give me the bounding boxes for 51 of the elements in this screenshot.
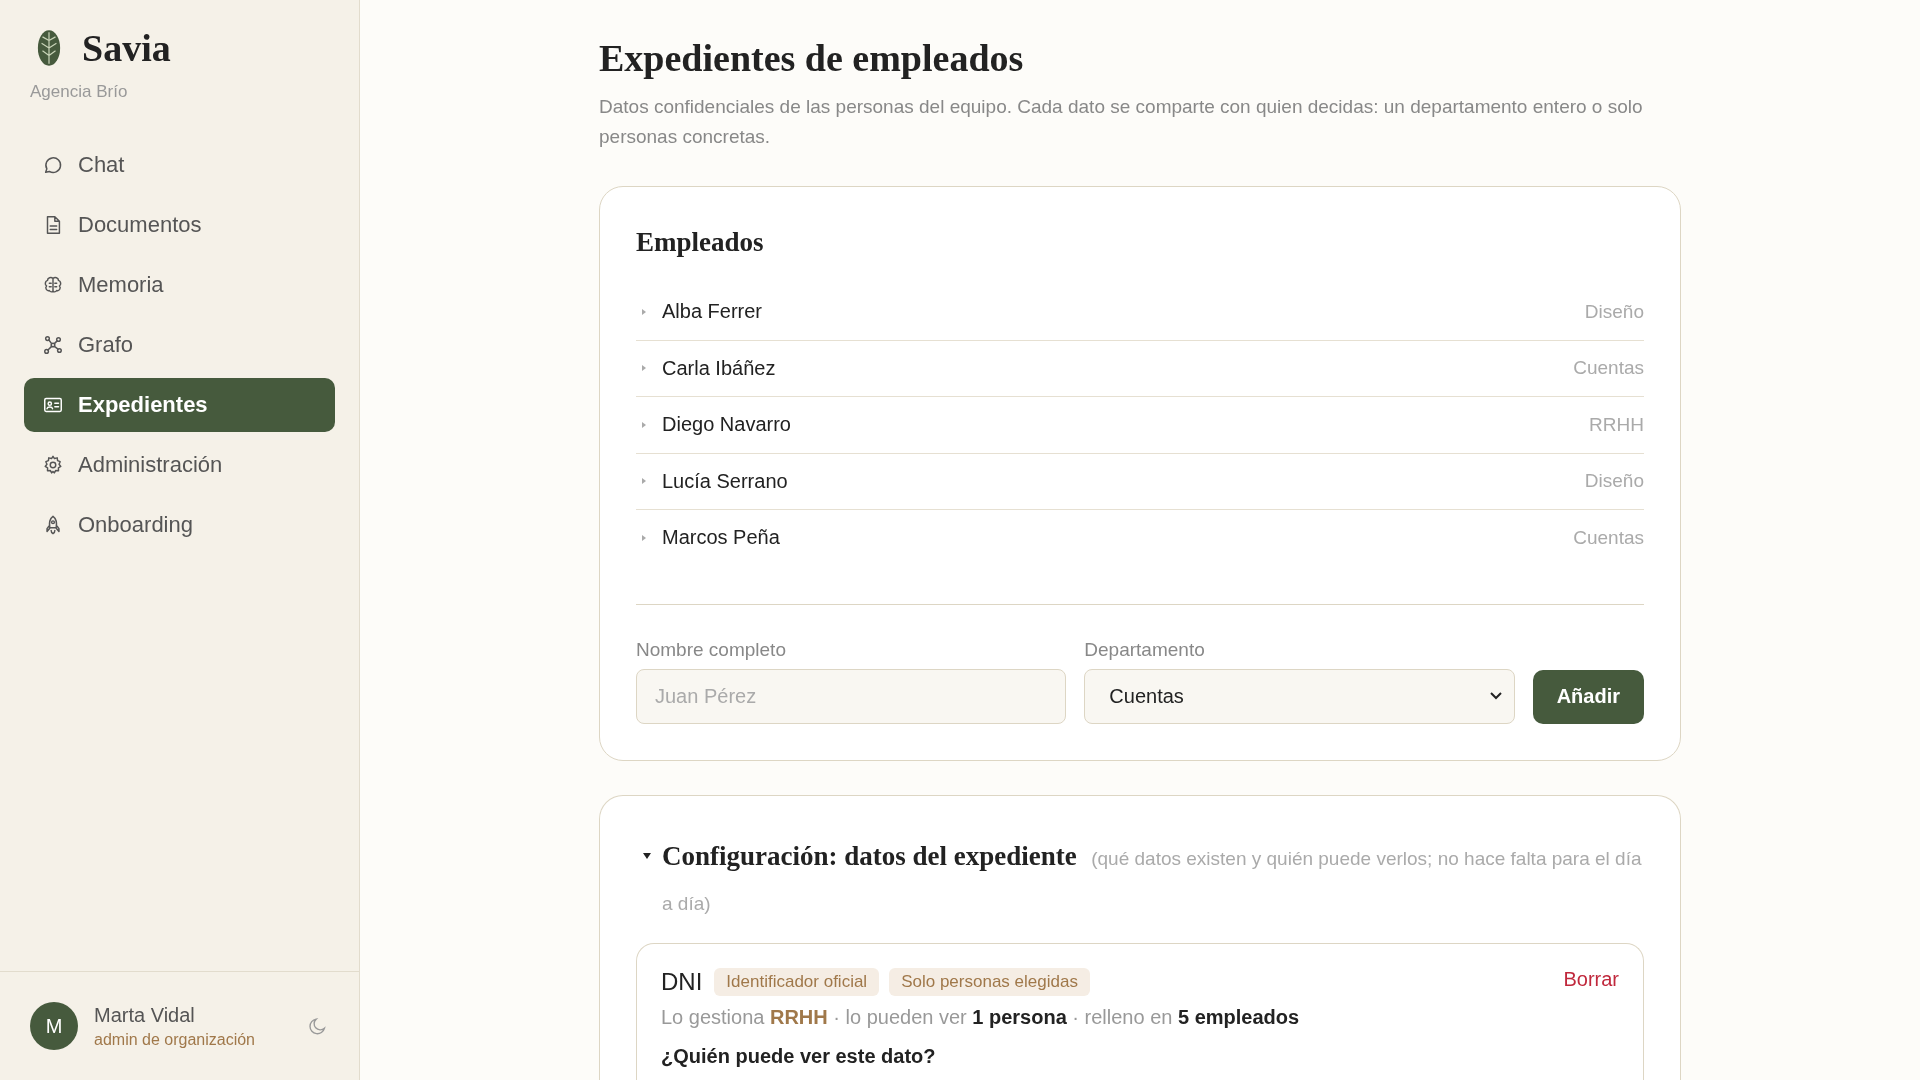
nav-item[interactable]: Administración <box>24 438 335 492</box>
employee-department: Cuentas <box>1573 357 1644 380</box>
page-description: Datos confidenciales de las personas del equipo. Cada dato se comparte con quien decidas: un departamento entero o solo personas concretas. <box>599 95 1644 149</box>
employee-name: Diego Navarro <box>662 413 792 437</box>
add-button[interactable]: Añadir <box>1532 669 1644 724</box>
employee-department: Diseño <box>1584 470 1644 493</box>
nav-item[interactable]: Chat <box>24 138 335 192</box>
name-input[interactable]: Juan Pérez <box>636 668 1067 724</box>
nav-item[interactable]: Onboarding <box>24 498 335 552</box>
employee-row[interactable]: Marcos Peña Cuentas <box>636 510 1644 566</box>
caret-icon[interactable] <box>642 850 652 861</box>
user-name: Marta Vidal <box>94 1003 196 1027</box>
nav-item[interactable]: Documentos <box>24 198 335 252</box>
employee-row[interactable]: Lucía Serrano Diseño <box>636 453 1644 510</box>
nav-item[interactable]: Memoria <box>24 258 335 312</box>
employee-department: Cuentas <box>1573 526 1644 549</box>
employee-row[interactable]: Carla Ibáñez Cuentas <box>636 340 1644 397</box>
user-avatar: M <box>30 1002 78 1050</box>
employee-department: Diseño <box>1584 300 1644 323</box>
brain-icon <box>42 274 64 296</box>
employee-department: RRHH <box>1589 413 1644 436</box>
leaf-logo-icon <box>36 29 62 67</box>
tag: Solo personas elegidas <box>889 967 1090 996</box>
tag: Identificador oficial <box>714 967 880 996</box>
dark-mode-toggle[interactable] <box>307 1015 329 1037</box>
page-title: Expedientes de empleados <box>599 36 1025 80</box>
nav-item[interactable]: Grafo <box>24 318 335 372</box>
employee-row[interactable]: Alba Ferrer Diseño <box>636 284 1644 341</box>
employee-row[interactable]: Diego Navarro RRHH <box>636 397 1644 454</box>
field-label: Departamento <box>1084 638 1206 661</box>
nav-item[interactable]: Expedientes <box>24 378 335 432</box>
visibility-question: ¿Quién puede ver este dato? <box>661 1044 937 1068</box>
chat-icon <box>42 154 64 176</box>
field-summary: Lo gestiona RRHH · lo pueden ver 1 persona · relleno en 5 empleados <box>661 1005 1301 1029</box>
settings-icon <box>42 454 64 476</box>
graph-icon <box>42 334 64 356</box>
field-name: DNI <box>661 967 703 996</box>
user-role: admin de organización <box>94 1030 256 1049</box>
moon-icon <box>307 1015 329 1037</box>
chevron-down-icon <box>1489 692 1502 700</box>
employee-name: Lucía Serrano <box>662 469 789 493</box>
card-title: Empleados <box>636 227 765 258</box>
field-label: Nombre completo <box>636 638 787 661</box>
employee-name: Carla Ibáñez <box>662 356 777 380</box>
section-heading[interactable]: Configuración: datos del expediente (qué datos existen y quién puede verlos; no hace falta para el día a día) <box>662 833 1644 927</box>
department-select[interactable]: Cuentas <box>1084 668 1515 724</box>
brand-name: Savia <box>82 26 171 70</box>
organization-name: Agencia Brío <box>29 81 129 102</box>
employee-name: Alba Ferrer <box>662 300 764 324</box>
employee-name: Marcos Peña <box>662 526 781 550</box>
delete-link[interactable]: Borrar <box>1563 967 1619 991</box>
